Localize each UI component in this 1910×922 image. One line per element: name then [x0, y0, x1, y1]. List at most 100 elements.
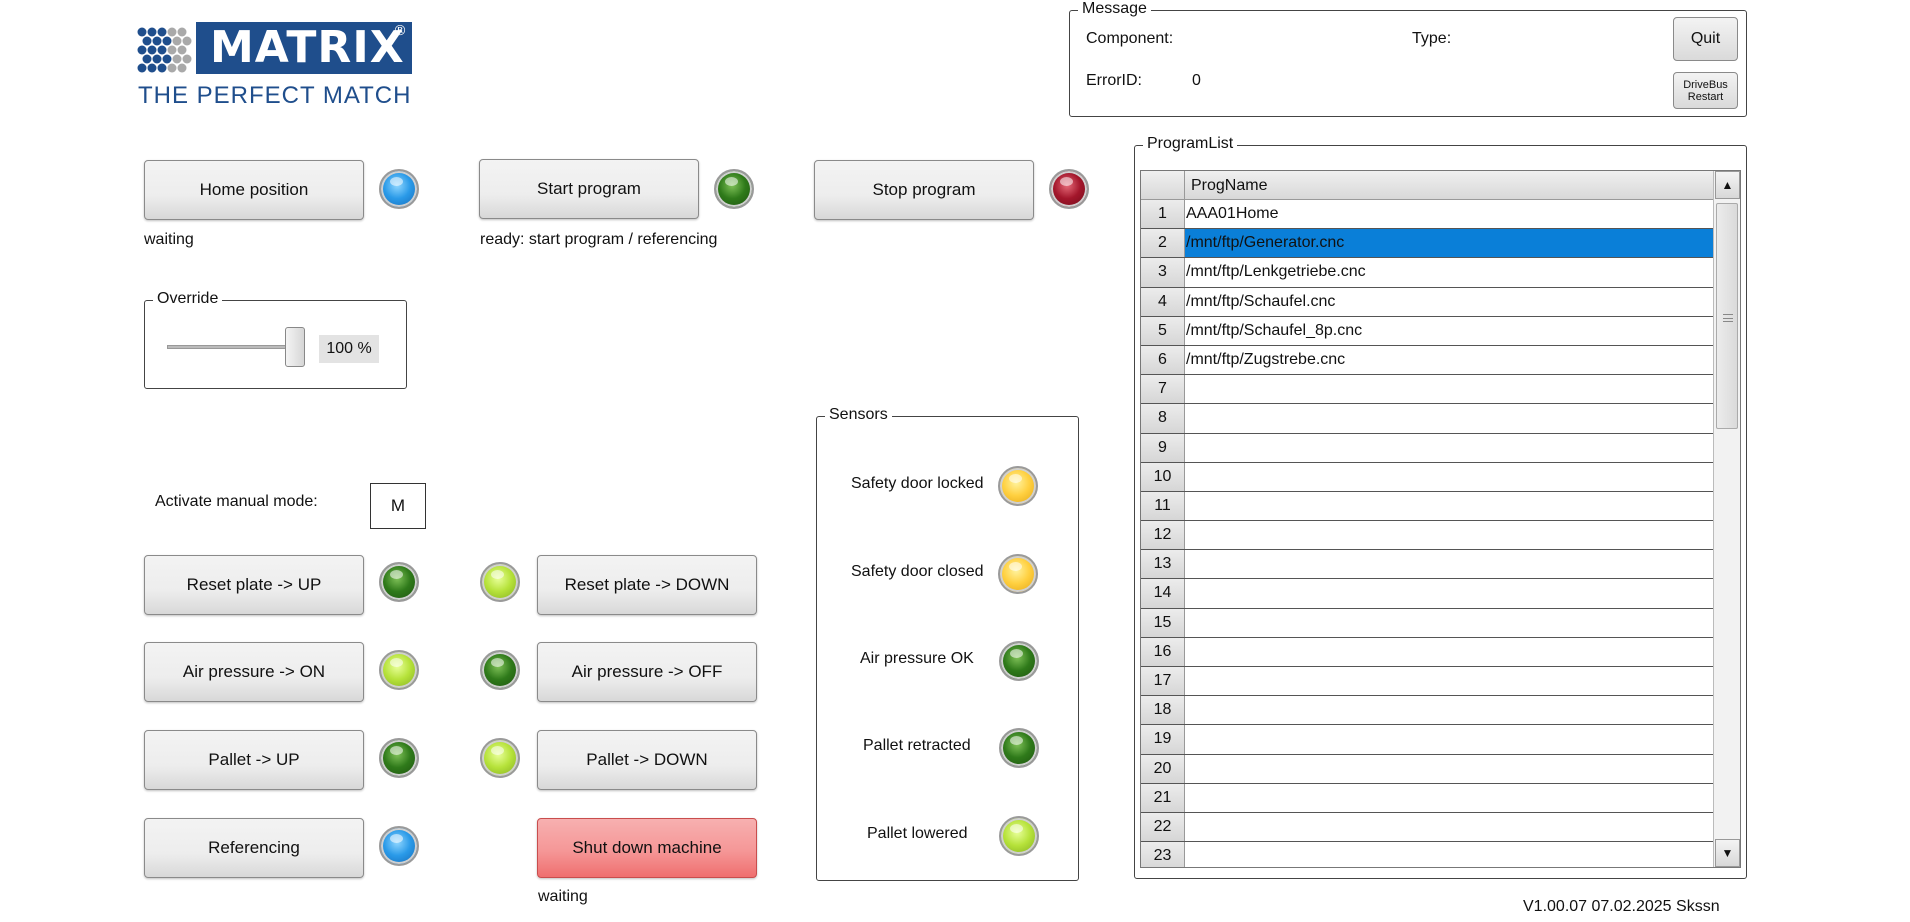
program-name-cell[interactable]: [1185, 375, 1715, 403]
program-name-cell[interactable]: [1185, 784, 1715, 812]
program-table: ProgName 1 AAA01Home 2/mnt/ftp/Generator.c…: [1140, 170, 1741, 868]
row-number: 8: [1141, 404, 1185, 433]
table-row[interactable]: 2/mnt/ftp/Generator.cnc: [1141, 229, 1715, 259]
start-status-lamp: [714, 169, 754, 209]
grip-icon: [1723, 314, 1733, 322]
program-name-cell[interactable]: [1185, 434, 1715, 462]
table-row[interactable]: 20: [1141, 754, 1715, 784]
table-row[interactable]: 12: [1141, 521, 1715, 551]
table-row[interactable]: 16: [1141, 637, 1715, 667]
table-row[interactable]: 21: [1141, 783, 1715, 813]
reset-plate-down-button[interactable]: Reset plate -> DOWN: [537, 555, 757, 615]
program-name-cell[interactable]: [1185, 696, 1715, 724]
start-program-button[interactable]: Start program: [479, 159, 699, 219]
program-name-cell[interactable]: /mnt/ftp/Schaufel_8p.cnc: [1185, 317, 1715, 345]
reset-plate-up-lamp: [379, 562, 419, 602]
progname-column-header[interactable]: ProgName: [1185, 171, 1715, 200]
programlist-title: ProgramList: [1143, 135, 1238, 153]
air-pressure-on-lamp: [379, 650, 419, 690]
program-name-cell[interactable]: /mnt/ftp/Lenkgetriebe.cnc: [1185, 258, 1715, 286]
start-status-text: ready: start program / referencing: [480, 231, 718, 248]
program-name-cell[interactable]: [1185, 521, 1715, 549]
table-row[interactable]: 14: [1141, 579, 1715, 609]
sensors-title: Sensors: [825, 406, 892, 424]
program-name-cell[interactable]: [1185, 842, 1715, 867]
table-row[interactable]: 15: [1141, 608, 1715, 638]
program-name-cell[interactable]: [1185, 725, 1715, 753]
sensor-lamp: [999, 816, 1039, 856]
table-row[interactable]: 11: [1141, 491, 1715, 522]
program-name-cell[interactable]: [1185, 755, 1715, 783]
logo-wordmark: MATRIX ®: [196, 22, 412, 74]
program-name-cell[interactable]: [1185, 550, 1715, 578]
drivebus-restart-button[interactable]: DriveBus Restart: [1673, 72, 1738, 109]
sensor-lamp: [998, 554, 1038, 594]
pallet-up-button[interactable]: Pallet -> UP: [144, 730, 364, 790]
air-pressure-off-button[interactable]: Air pressure -> OFF: [537, 642, 757, 702]
referencing-lamp: [379, 826, 419, 866]
table-row[interactable]: 3/mnt/ftp/Lenkgetriebe.cnc: [1141, 258, 1715, 288]
program-name-cell[interactable]: AAA01Home: [1185, 200, 1715, 228]
scroll-up-icon[interactable]: ▲: [1715, 171, 1740, 199]
reset-plate-up-button[interactable]: Reset plate -> UP: [144, 555, 364, 615]
table-row[interactable]: 10: [1141, 462, 1715, 492]
home-position-button[interactable]: Home position: [144, 160, 364, 220]
message-title: Message: [1078, 0, 1151, 18]
row-number: 9: [1141, 433, 1185, 462]
table-row[interactable]: 18: [1141, 696, 1715, 726]
air-pressure-on-button[interactable]: Air pressure -> ON: [144, 642, 364, 702]
shut-down-machine-button[interactable]: Shut down machine: [537, 818, 757, 878]
table-row[interactable]: 13: [1141, 550, 1715, 580]
program-name-cell[interactable]: [1185, 609, 1715, 637]
table-row[interactable]: 17: [1141, 667, 1715, 697]
program-name-cell[interactable]: /mnt/ftp/Generator.cnc: [1185, 229, 1715, 258]
table-row[interactable]: 8: [1141, 404, 1715, 434]
override-group: Override 100 %: [144, 290, 407, 389]
scrollbar-thumb[interactable]: [1716, 203, 1738, 429]
program-name-cell[interactable]: [1185, 463, 1715, 491]
override-slider-track[interactable]: [167, 345, 297, 349]
sensor-label: Pallet retracted: [863, 737, 971, 754]
program-name-cell[interactable]: [1185, 492, 1715, 520]
home-status-lamp: [379, 169, 419, 209]
program-name-cell[interactable]: [1185, 404, 1715, 432]
restart-label: Restart: [1687, 90, 1724, 103]
manual-mode-key-field[interactable]: M: [370, 483, 426, 529]
shutdown-status-text: waiting: [538, 888, 588, 905]
table-row[interactable]: 1 AAA01Home: [1141, 200, 1715, 230]
referencing-button[interactable]: Referencing: [144, 818, 364, 878]
table-row[interactable]: 22: [1141, 812, 1715, 843]
stop-program-button[interactable]: Stop program: [814, 160, 1034, 220]
row-number: 1: [1141, 200, 1185, 229]
program-name-cell[interactable]: [1185, 667, 1715, 695]
sensor-label: Safety door locked: [851, 475, 984, 492]
table-row[interactable]: 6/mnt/ftp/Zugstrebe.cnc: [1141, 345, 1715, 376]
row-number: 15: [1141, 608, 1185, 637]
scroll-down-icon[interactable]: ▼: [1715, 839, 1740, 867]
quit-button[interactable]: Quit: [1673, 17, 1738, 61]
program-name-cell[interactable]: /mnt/ftp/Schaufel.cnc: [1185, 288, 1715, 316]
pallet-down-button[interactable]: Pallet -> DOWN: [537, 730, 757, 790]
override-title: Override: [153, 290, 223, 308]
drivebus-label: DriveBus: [1683, 78, 1728, 91]
pallet-down-lamp: [480, 738, 520, 778]
row-number: 5: [1141, 316, 1185, 345]
sensor-label: Safety door closed: [851, 563, 984, 580]
table-row[interactable]: 9: [1141, 433, 1715, 463]
table-row[interactable]: 5/mnt/ftp/Schaufel_8p.cnc: [1141, 316, 1715, 346]
row-number: 6: [1141, 345, 1185, 375]
program-name-cell[interactable]: /mnt/ftp/Zugstrebe.cnc: [1185, 346, 1715, 374]
table-row[interactable]: 23: [1141, 842, 1715, 867]
message-group: Message Component: Type: ErrorID: 0 Quit…: [1069, 0, 1747, 117]
table-row[interactable]: 4/mnt/ftp/Schaufel.cnc: [1141, 287, 1715, 317]
program-name-cell[interactable]: [1185, 579, 1715, 607]
sensor-lamp: [999, 641, 1039, 681]
program-name-cell[interactable]: [1185, 638, 1715, 666]
table-row[interactable]: 19: [1141, 725, 1715, 755]
reset-plate-down-lamp: [480, 562, 520, 602]
program-name-cell[interactable]: [1185, 813, 1715, 841]
vertical-scrollbar[interactable]: ▲ ▼: [1713, 171, 1740, 867]
row-number: 4: [1141, 287, 1185, 316]
table-row[interactable]: 7: [1141, 375, 1715, 405]
override-slider-handle[interactable]: [285, 327, 305, 367]
